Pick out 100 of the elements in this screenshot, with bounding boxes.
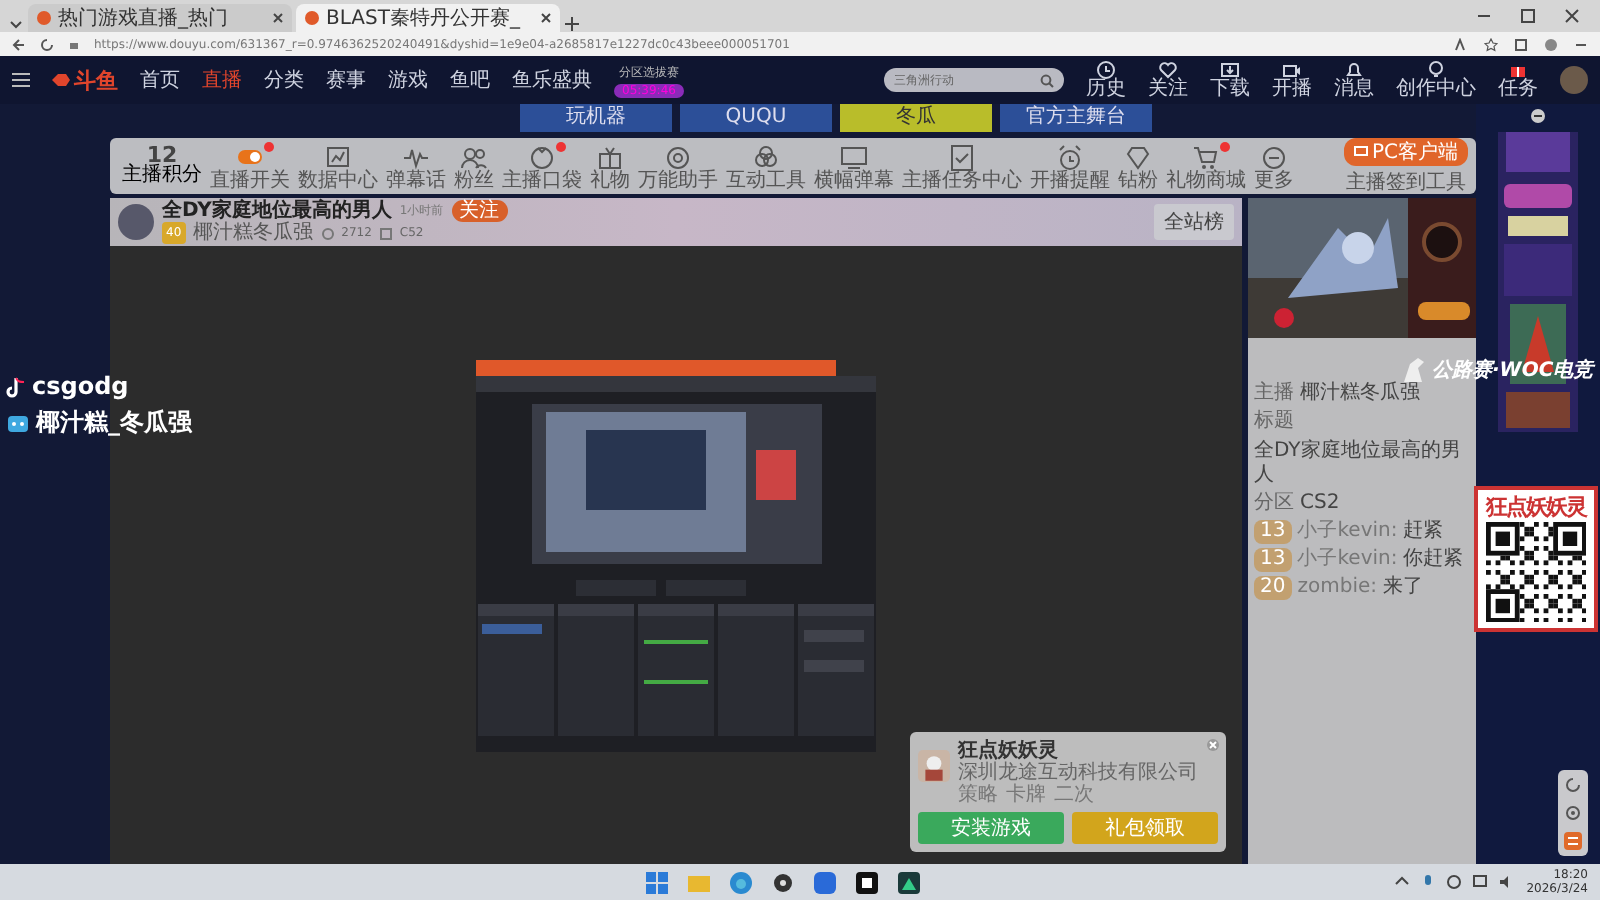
toolbar-item[interactable]: 数据中心 [294, 141, 382, 191]
nav-action[interactable]: 创作中心 [1396, 60, 1476, 100]
company-name: 深圳龙途互动科技有限公司 [958, 762, 1198, 784]
client-note: 主播签到工具 [1345, 169, 1466, 195]
nav-link[interactable]: 鱼乐盛典 [512, 66, 592, 94]
toolbar-item[interactable]: 直播开关 [206, 141, 294, 191]
star-icon[interactable] [1484, 37, 1498, 51]
owner-name[interactable]: 椰汁糕冬瓜强 [193, 222, 314, 244]
toolbar-item[interactable]: 钻粉 [1114, 141, 1162, 191]
user-name[interactable]: 小子kevin: [1297, 548, 1398, 572]
heart-icon [1158, 60, 1178, 80]
streamer-avatar[interactable] [118, 204, 154, 240]
search-icon[interactable] [1040, 73, 1054, 87]
toolbar-item[interactable]: 礼物商城 [1162, 141, 1250, 191]
nav-action[interactable]: 消息 [1334, 60, 1374, 100]
toolbar-item[interactable]: 弹幕话 [382, 141, 450, 191]
app-icon[interactable] [896, 869, 923, 895]
nav-link[interactable]: 首页 [140, 66, 180, 94]
close-icon[interactable] [272, 12, 284, 24]
lens-icon [662, 141, 694, 171]
rank-tab[interactable]: 全站榜 [1154, 204, 1234, 240]
score-value: 12 [146, 146, 178, 166]
collapse-icon[interactable] [1530, 108, 1546, 124]
alarm-icon [1054, 141, 1086, 171]
reload-icon[interactable] [40, 37, 54, 51]
site-logo[interactable]: 斗鱼 [52, 65, 118, 95]
toolbar-item[interactable]: 横幅弹幕 [810, 141, 898, 191]
toolbar-item[interactable]: 礼物 [586, 141, 634, 191]
bell-icon [1344, 60, 1364, 80]
close-icon[interactable] [1564, 8, 1580, 24]
nav-link[interactable]: 赛事 [326, 66, 366, 94]
toolbar-item[interactable]: 万能助手 [634, 141, 722, 191]
chevron-icon[interactable] [1394, 874, 1411, 890]
menu-icon[interactable] [12, 72, 30, 88]
toolbar-item[interactable]: 互动工具 [722, 141, 810, 191]
more-icon [1258, 141, 1290, 171]
chart-icon [322, 141, 354, 171]
game-title: 狂点妖妖灵 [958, 740, 1060, 762]
grid-icon [379, 227, 392, 239]
user-name[interactable]: zombie: [1297, 576, 1377, 600]
monitor-icon[interactable] [1472, 874, 1489, 890]
chat-message: 你赶紧 [1403, 548, 1464, 572]
game-button[interactable]: 安装游戏 [918, 812, 1064, 844]
game-tag: 二次 [1054, 784, 1094, 806]
nav-link[interactable]: 鱼吧 [450, 66, 490, 94]
chat-message: 赶紧 [1403, 520, 1444, 544]
user-name[interactable]: 小子kevin: [1297, 520, 1398, 544]
windows-icon[interactable] [644, 869, 671, 895]
browser-tab[interactable]: 热门游戏直播_热门 [28, 4, 292, 32]
browser-tab[interactable]: BLAST秦特丹公开赛_ [296, 4, 560, 32]
info-label: 主播 [1254, 382, 1294, 406]
nav-link[interactable]: 游戏 [388, 66, 428, 94]
nav-action[interactable]: 关注 [1148, 60, 1188, 100]
follow-button[interactable]: 关注 [451, 200, 508, 222]
banner-button[interactable]: QUQU [680, 104, 832, 132]
nav-action[interactable]: 历史 [1086, 60, 1126, 100]
fan-badge: 13 [1254, 548, 1292, 572]
dropdown-icon[interactable] [8, 16, 24, 32]
browser-icon[interactable] [728, 869, 755, 895]
toolbar-item[interactable]: 更多 [1250, 141, 1298, 191]
nav-link[interactable]: 分类 [264, 66, 304, 94]
room-title: 全DY家庭地位最高的男人 [162, 200, 392, 222]
app-icon[interactable] [854, 869, 881, 895]
info-label: 分区 [1254, 492, 1294, 516]
toolbar-item[interactable]: 主播任务中心 [898, 141, 1026, 191]
checklist-icon [946, 141, 978, 171]
maximize-icon[interactable] [1520, 8, 1536, 24]
chat-message: 来了 [1383, 576, 1423, 600]
back-icon[interactable] [12, 37, 26, 51]
refresh-icon[interactable] [1564, 776, 1582, 794]
game-button[interactable]: 礼包领取 [1072, 812, 1218, 844]
qr-code-icon [1486, 522, 1586, 622]
close-icon[interactable] [540, 12, 552, 24]
banner-button[interactable]: 玩机器 [520, 104, 672, 132]
globe-icon[interactable] [1446, 874, 1463, 890]
new-tab-icon[interactable] [564, 16, 580, 32]
gear-icon[interactable] [770, 869, 797, 895]
profile-icon[interactable] [1544, 37, 1558, 51]
banner-button[interactable]: 官方主舞台 [1000, 104, 1152, 132]
nav-action[interactable]: 任务 [1498, 60, 1538, 100]
toolbar-item[interactable]: 粉丝 [450, 141, 498, 191]
nav-action[interactable]: 开播 [1272, 60, 1312, 100]
pc-client-button[interactable]: PC客户端 [1343, 137, 1468, 165]
monitor-icon [838, 141, 870, 171]
user-avatar[interactable] [1560, 66, 1588, 94]
nav-action[interactable]: 下载 [1210, 60, 1250, 100]
ad-title: 狂点妖妖灵 [1486, 492, 1586, 522]
settings-icon[interactable] [1564, 804, 1582, 822]
fan-badge: 20 [1254, 576, 1292, 600]
microphone-icon[interactable] [1420, 874, 1437, 890]
info-label: 标题 [1254, 410, 1294, 434]
toolbar-item[interactable]: 开播提醒 [1026, 141, 1114, 191]
toolbar-item[interactable]: 主播口袋 [498, 141, 586, 191]
fan-badge: 13 [1254, 520, 1292, 544]
info-value: 椰汁糕冬瓜强 [1300, 382, 1420, 406]
clock-icon [1096, 60, 1116, 80]
banner-button[interactable]: 冬瓜 [840, 104, 992, 132]
circles-icon [750, 141, 782, 171]
monitor-icon [1353, 145, 1368, 157]
nav-link[interactable]: 直播 [202, 66, 242, 94]
